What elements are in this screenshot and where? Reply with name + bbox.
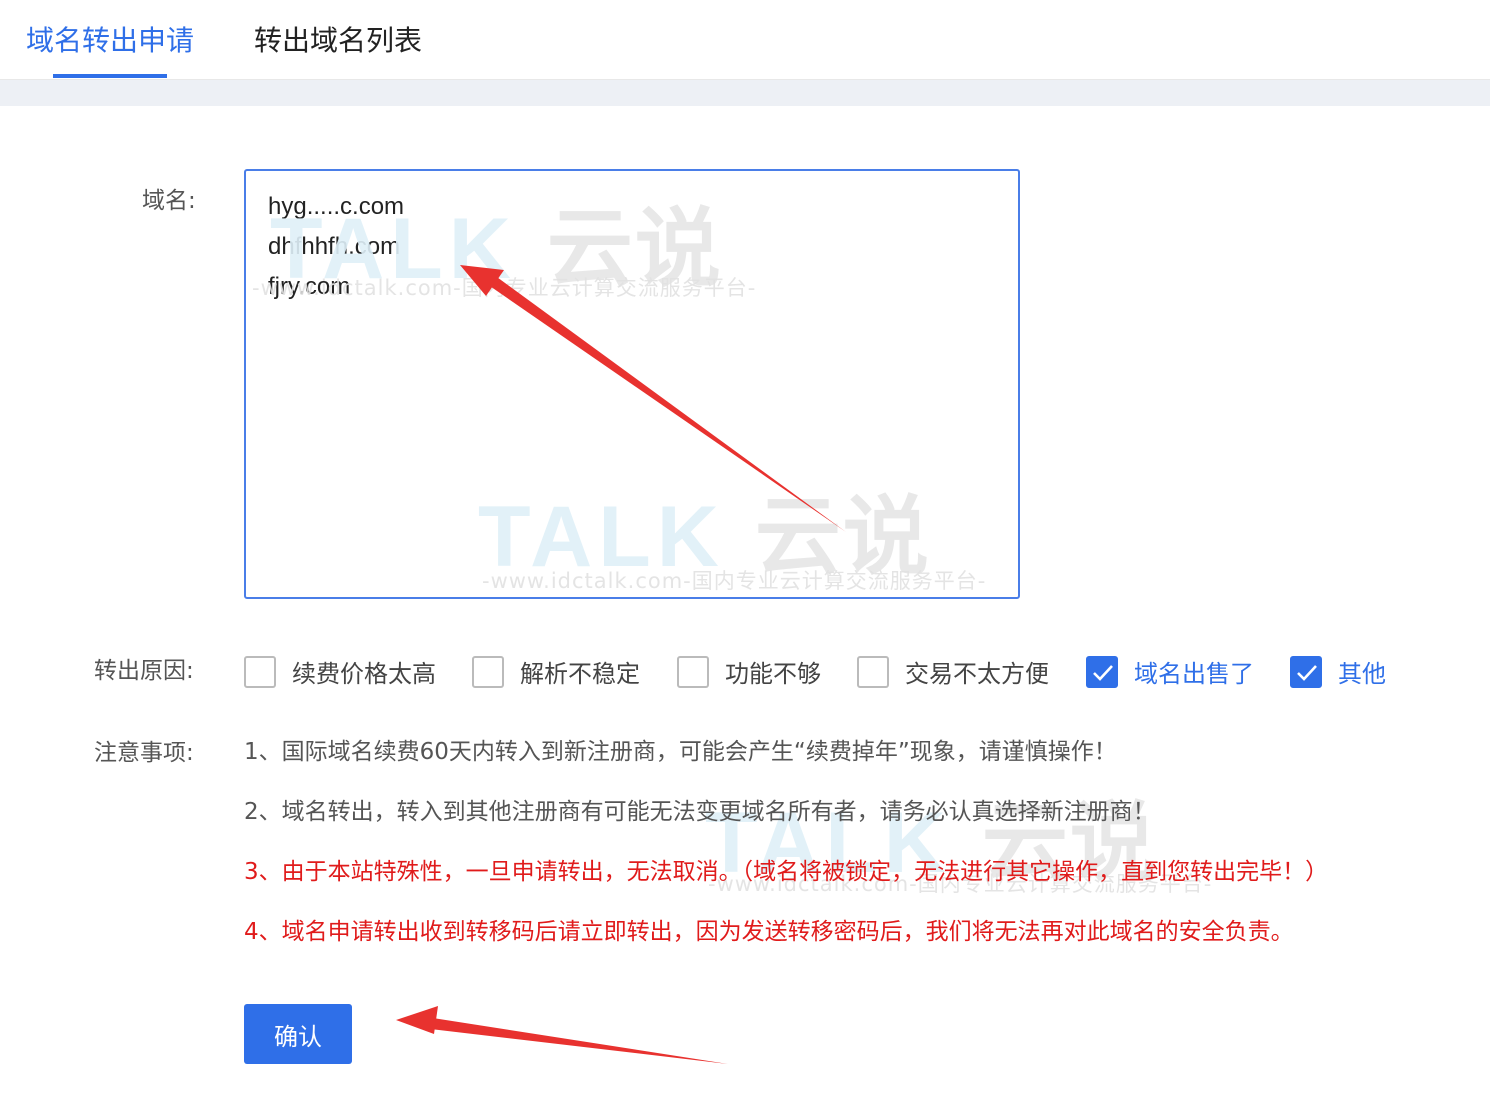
domain-line: dhfhhfh.com: [268, 233, 401, 260]
checkbox-label: 交易不太方便: [905, 660, 1049, 688]
notes-label: 注意事项:: [94, 740, 194, 766]
note-item-warning: 3、由于本站特殊性，一旦申请转出，无法取消。（域名将被锁定，无法进行其它操作，直…: [244, 859, 1329, 885]
checkbox-box[interactable]: [1290, 656, 1322, 688]
checkbox-label: 续费价格太高: [292, 660, 436, 688]
domain-line: fjry.com: [268, 273, 351, 300]
annotation-arrow-to-confirm: [396, 1006, 728, 1064]
checkbox-label: 其他: [1338, 660, 1386, 688]
tab-domain-transfer-apply[interactable]: 域名转出申请: [26, 22, 194, 60]
tab-bar: 域名转出申请 转出域名列表: [0, 0, 1490, 80]
checkbox-box[interactable]: [857, 656, 889, 688]
checkbox-label: 解析不稳定: [520, 660, 640, 688]
checkmark-icon: [1297, 665, 1317, 681]
checkbox-label: 域名出售了: [1134, 660, 1254, 688]
domain-textarea[interactable]: hyg.....c.com dhfhhfh.com fjry.com: [244, 169, 1020, 599]
tab-transfer-domain-list[interactable]: 转出域名列表: [254, 22, 422, 60]
checkmark-icon: [1093, 665, 1113, 681]
active-tab-indicator: [53, 74, 167, 78]
note-item: 2、域名转出，转入到其他注册商有可能无法变更域名所有者，请务必认真选择新注册商！: [244, 799, 1156, 825]
checkbox-box[interactable]: [677, 656, 709, 688]
confirm-button[interactable]: 确认: [244, 1004, 352, 1064]
domain-line: hyg.....c.com: [268, 193, 405, 220]
note-item-warning: 4、域名申请转出收到转移码后请立即转出，因为发送转移密码后，我们将无法再对此域名…: [244, 919, 1294, 945]
header-divider-band: [0, 80, 1490, 106]
note-item: 1、国际域名续费60天内转入到新注册商，可能会产生“续费掉年”现象，请谨慎操作！: [244, 739, 1117, 765]
reason-label: 转出原因:: [94, 658, 194, 684]
checkbox-box[interactable]: [244, 656, 276, 688]
checkbox-box[interactable]: [472, 656, 504, 688]
domain-label: 域名:: [142, 188, 196, 214]
checkbox-label: 功能不够: [725, 660, 821, 688]
checkbox-box[interactable]: [1086, 656, 1118, 688]
